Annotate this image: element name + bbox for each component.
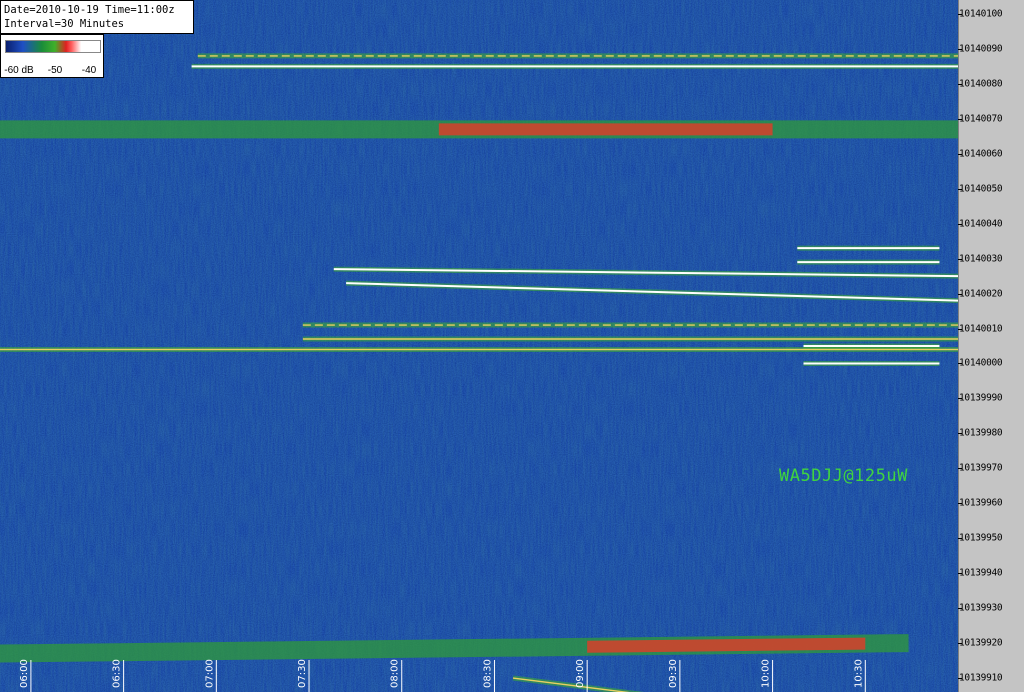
freq-tick-label: 10139980	[959, 427, 1003, 439]
time-tick-label: 07:00	[204, 659, 215, 688]
freq-tick-label: 10140010	[959, 323, 1003, 335]
freq-tick-mark	[958, 643, 962, 645]
date-line: Date=2010-10-19 Time=11:00z	[4, 4, 175, 16]
freq-tick-label: 10139960	[959, 497, 1003, 509]
time-tick-label: 08:00	[390, 659, 401, 688]
color-scale-legend: -60 dB -50 -40	[0, 34, 104, 78]
freq-tick-label: 10140080	[959, 78, 1003, 90]
freq-tick-mark	[958, 433, 962, 435]
freq-tick-mark	[958, 573, 962, 575]
freq-tick-mark	[958, 223, 962, 225]
freq-tick-mark	[958, 503, 962, 505]
time-tick-label: 07:30	[297, 659, 308, 688]
freq-tick-label: 10140050	[959, 183, 1003, 195]
time-tick-label: 06:30	[112, 659, 123, 688]
freq-tick-mark	[958, 188, 962, 190]
time-tick-label: 08:30	[482, 659, 493, 688]
time-tick-label: 06:00	[19, 659, 30, 688]
freq-tick-label: 10140000	[959, 357, 1003, 369]
freq-tick-label: 10139970	[959, 462, 1003, 474]
freq-tick-label: 10139930	[959, 602, 1003, 614]
freq-tick-label: 10140030	[959, 253, 1003, 265]
freq-tick-mark	[958, 153, 962, 155]
color-scale-label-min: -60 dB	[4, 65, 34, 76]
freq-tick-label: 10139910	[959, 672, 1003, 684]
waterfall-root: 06:00 06:30 07:00 07:30 08:00 08:30 09:00 09:30…	[0, 0, 1024, 692]
freq-tick-label: 10140090	[959, 43, 1003, 55]
freq-tick-mark	[958, 48, 962, 50]
interval-line: Interval=30 Minutes	[4, 18, 125, 30]
freq-tick-mark	[958, 328, 962, 330]
freq-tick-label: 10140070	[959, 113, 1003, 125]
freq-tick-label: 10140060	[959, 148, 1003, 160]
freq-tick-mark	[958, 678, 962, 680]
info-box: Date=2010-10-19 Time=11:00z Interval=30 …	[0, 0, 194, 34]
signal-band	[0, 120, 958, 139]
waterfall-plot: 06:00 06:30 07:00 07:30 08:00 08:30 09:00 09:30…	[0, 0, 958, 692]
freq-tick-label: 10139940	[959, 567, 1003, 579]
color-scale-label-max: -40	[81, 65, 97, 76]
freq-tick-mark	[958, 398, 962, 400]
freq-tick-mark	[958, 258, 962, 260]
freq-tick-mark	[958, 608, 962, 610]
freq-tick-mark	[958, 538, 962, 540]
freq-tick-mark	[958, 363, 962, 365]
color-scale-label-mid: -50	[47, 65, 63, 76]
time-tick-label: 09:00	[575, 659, 586, 688]
freq-tick-label: 10140100	[959, 8, 1003, 20]
freq-tick-mark	[958, 293, 962, 295]
freq-tick-label: 10140040	[959, 218, 1003, 230]
frequency-axis: 10140100 10140090 10140080 10140070 10140060…	[958, 0, 1024, 692]
freq-tick-label: 10140020	[959, 288, 1003, 300]
color-scale-bar	[5, 40, 101, 53]
freq-tick-mark	[958, 13, 962, 15]
freq-tick-mark	[958, 83, 962, 85]
freq-tick-mark	[958, 468, 962, 470]
freq-tick-label: 10139950	[959, 532, 1003, 544]
freq-tick-label: 10139990	[959, 392, 1003, 404]
station-annotation: WA5DJJ@125uW	[779, 466, 908, 486]
freq-tick-mark	[958, 118, 962, 120]
time-tick-label: 10:30	[853, 659, 864, 688]
time-tick-label: 09:30	[668, 659, 679, 688]
time-tick-label: 10:00	[761, 659, 772, 688]
freq-tick-label: 10139920	[959, 637, 1003, 649]
